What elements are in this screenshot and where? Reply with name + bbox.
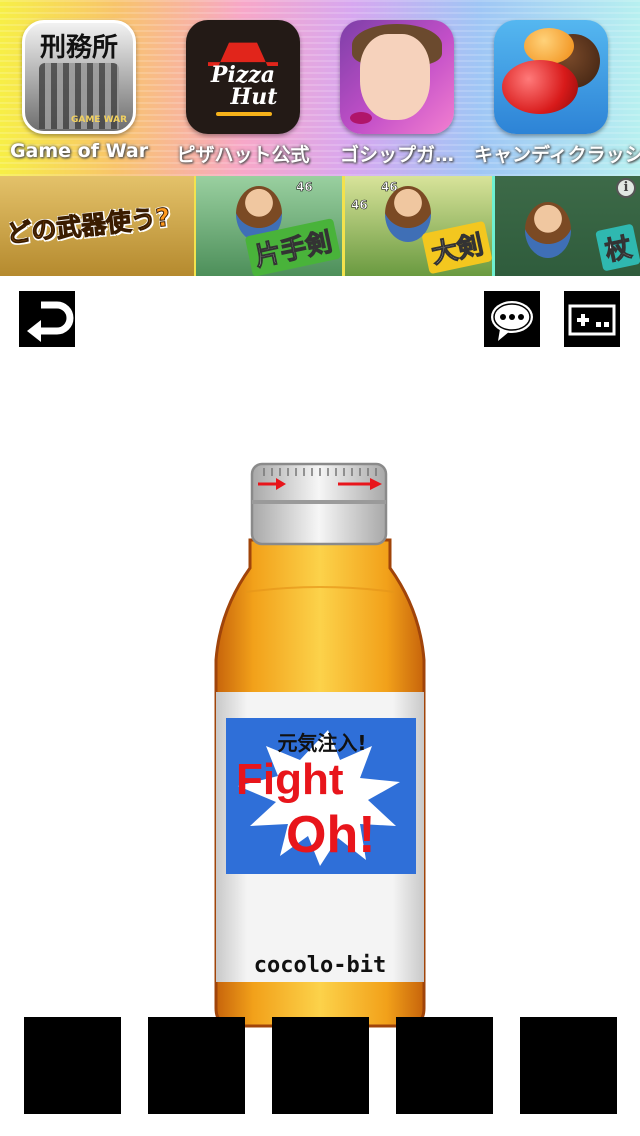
inventory-slot[interactable]: [520, 1017, 617, 1114]
app-icon-title: 刑務所: [39, 33, 118, 63]
label-word-oh: Oh!: [286, 806, 376, 864]
weapon-tag: 大剣: [421, 220, 493, 275]
red-candy: [502, 60, 578, 114]
ad-weapon-panel[interactable]: 46 片手剣: [194, 176, 344, 276]
damage-number: 46: [351, 198, 368, 213]
ad-character: [525, 202, 571, 258]
app-tile-pizza-hut[interactable]: Pizza Hut ピザハット公式: [166, 18, 320, 170]
app-label[interactable]: キャンディクラッシュ: [474, 140, 640, 167]
app-tile-candy-crush[interactable]: キャンディクラッシュ: [474, 18, 640, 170]
pizza-hut-icon[interactable]: Pizza Hut: [186, 20, 300, 134]
app-ad-banner[interactable]: 刑務所 GAME WAR Game of War Pizza Hut ピザハット…: [0, 0, 640, 176]
menu-controller-button[interactable]: [564, 291, 620, 347]
ad-headline-panel[interactable]: どの武器使う?: [0, 176, 194, 276]
lips-mark: [350, 112, 372, 124]
logo-line-2: Hut: [230, 84, 278, 110]
return-arrow-icon: [27, 301, 74, 342]
candy-crush-icon[interactable]: [494, 20, 608, 134]
weapon-tag: 杖: [595, 223, 640, 272]
game-of-war-icon[interactable]: 刑務所 GAME WAR: [22, 20, 136, 134]
logo-line-1: Pizza: [210, 62, 276, 88]
label-top-text: 元気注入!: [277, 731, 366, 755]
character-face: [360, 34, 430, 120]
game-ad-banner[interactable]: どの武器使う? 46 片手剣 46 46 46 大剣 杖 i: [0, 176, 640, 276]
label-word-fight: Fight: [236, 755, 344, 804]
ad-headline: どの武器使う?: [5, 202, 173, 249]
energy-drink-bottle[interactable]: 元気注入! Fight Oh! cocolo-bit: [210, 460, 430, 1040]
inventory-slot[interactable]: [148, 1017, 245, 1114]
inventory-slot[interactable]: [24, 1017, 121, 1114]
orange-candy: [524, 28, 574, 64]
game-controller-icon: [568, 304, 616, 336]
ad-info-icon[interactable]: i: [616, 178, 636, 198]
speech-bubble-icon: [491, 301, 533, 341]
gossip-girl-anime-icon[interactable]: [340, 20, 454, 134]
app-icon-badge: GAME WAR: [70, 115, 127, 125]
ad-weapon-panel[interactable]: 46 46 46 大剣: [342, 176, 495, 276]
app-tile-game-of-war[interactable]: 刑務所 GAME WAR Game of War: [2, 18, 156, 170]
logo-swoosh: [216, 112, 272, 116]
damage-number: 46: [296, 180, 313, 195]
label-brand: cocolo-bit: [254, 953, 386, 978]
pizza-hut-logo-text: Pizza Hut: [186, 64, 300, 108]
game-screen: 刑務所 GAME WAR Game of War Pizza Hut ピザハット…: [0, 0, 640, 1136]
inventory-slot[interactable]: [396, 1017, 493, 1114]
inventory-slot[interactable]: [272, 1017, 369, 1114]
app-label[interactable]: Game of War: [2, 140, 156, 162]
hint-chat-button[interactable]: [484, 291, 540, 347]
app-label[interactable]: ゴシップガ…: [320, 140, 474, 167]
back-button[interactable]: [19, 291, 75, 347]
app-tile-gossip[interactable]: ゴシップガ…: [320, 18, 474, 170]
app-label[interactable]: ピザハット公式: [166, 140, 320, 167]
